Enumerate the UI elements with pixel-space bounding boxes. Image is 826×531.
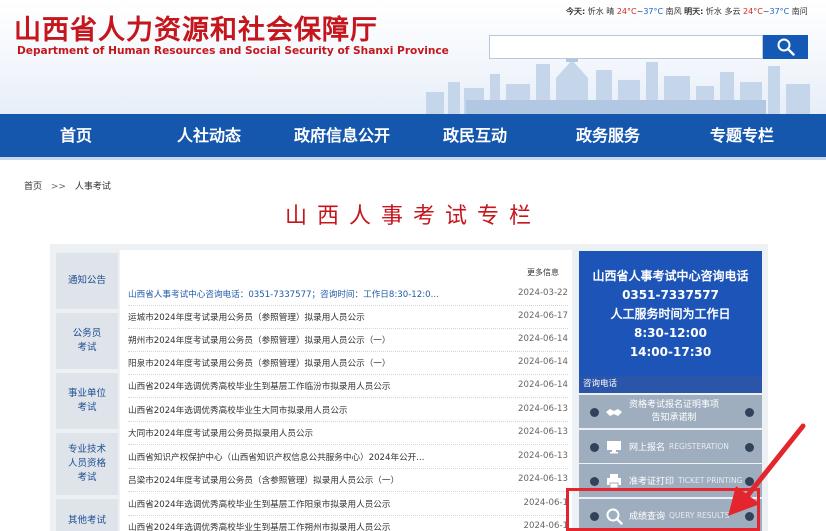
list-item[interactable]: 山西省2024年选调优秀高校毕业生到基层工作朔州市拟录用人员公示 2024-06-…: [128, 516, 568, 531]
list-item-date: 2024-06-14: [518, 357, 568, 367]
search-input[interactable]: [489, 35, 763, 59]
service-label-line2: 告知承诺制: [651, 412, 697, 423]
list-item-title[interactable]: 山西省人事考试中心咨询电话：0351-7337577；咨询时间：工作日8:30-…: [128, 288, 518, 300]
list-item-title[interactable]: 山西省2024年选调优秀高校毕业生到基层工作朔州市拟录用人员公示: [128, 521, 518, 531]
sidebar-tab-notices[interactable]: 通知公告: [56, 253, 118, 309]
breadcrumb: 首页 >> 人事考试: [24, 179, 111, 192]
hotline-banner: 山西省人事考试中心咨询电话 0351-7337577 人工服务时间为工作日 8:…: [579, 251, 762, 376]
tab-hole-decoration: [590, 408, 599, 417]
handshake-icon: [606, 409, 622, 416]
nav-item-interaction[interactable]: 政民互动: [434, 114, 516, 157]
sidebar-tab-civil-service[interactable]: 公务员考试: [56, 313, 118, 369]
hotline-hours-pm: 14:00-17:30: [629, 345, 712, 359]
site-header: 山西省人力资源和社会保障厅 Department of Human Resour…: [0, 0, 826, 114]
list-item[interactable]: 山西省人事考试中心咨询电话：0351-7337577；咨询时间：工作日8:30-…: [128, 283, 568, 306]
sidebar-tab-label: 专业技术人员资格考试: [67, 444, 106, 483]
annotation-arrow-icon: [728, 423, 806, 516]
monitor-icon: [607, 441, 621, 454]
list-item-title[interactable]: 山西省知识产权保护中心（山西省知识产权信息公共服务中心）2024年公开...: [128, 451, 518, 463]
weather-tomorrow-wind: 南问: [791, 7, 808, 16]
weather-tomorrow-low: 37°C: [769, 7, 790, 16]
list-item-date: 2024-06-1: [523, 498, 568, 508]
sidebar-tab-label: 通知公告: [67, 275, 106, 286]
list-item-title[interactable]: 吕梁市2024年度考试录用公务员（含参照管理）拟录用人员公示（一）: [128, 474, 518, 486]
list-item-title[interactable]: 阳泉市2024年度考试录用公务员（参照管理）拟录用人员公示（一）: [128, 357, 518, 369]
site-title-en[interactable]: Department of Human Resources and Social…: [17, 45, 449, 57]
nav-item-services[interactable]: 政务服务: [567, 114, 649, 157]
nav-divider: [0, 157, 826, 160]
breadcrumb-current[interactable]: 人事考试: [75, 182, 111, 192]
list-item-date: 2024-03-22: [518, 288, 568, 298]
weather-today-high: 24°C: [616, 7, 637, 16]
sidebar-tab-professional[interactable]: 专业技术人员资格考试: [56, 433, 118, 495]
list-item[interactable]: 山西省2024年选调优秀高校毕业生大同市拟录用人员公示 2024-06-13: [128, 399, 568, 422]
nav-item-home[interactable]: 首页: [45, 114, 107, 157]
sidebar-tab-other[interactable]: 其他考试: [56, 499, 118, 531]
tab-hole-decoration: [590, 443, 599, 452]
weather-today-label: 今天:: [566, 7, 586, 16]
list-item[interactable]: 大同市2024年度考试录用公务员拟录用人员公示 2024-06-13: [128, 422, 568, 445]
search-icon: [777, 38, 795, 56]
site-title-cn[interactable]: 山西省人力资源和社会保障厅: [14, 8, 378, 47]
list-item[interactable]: 运城市2024年度考试录用公务员（参照管理）拟录用人员公示 2024-06-17: [128, 306, 568, 329]
list-item-date: 2024-06-13: [518, 451, 568, 461]
list-item-date: 2024-06-1: [523, 521, 568, 531]
consult-label: 咨询电话: [579, 376, 762, 393]
nav-item-news[interactable]: 人社动态: [168, 114, 250, 157]
list-item[interactable]: 山西省2024年选调优秀高校毕业生到基层工作临汾市拟录用人员公示 2024-06-…: [128, 375, 568, 398]
list-item[interactable]: 山西省知识产权保护中心（山西省知识产权信息公共服务中心）2024年公开... 20…: [128, 446, 568, 469]
list-item-title[interactable]: 山西省2024年选调优秀高校毕业生到基层工作阳泉市拟录用人员公示: [128, 498, 518, 510]
weather-info: 今天: 忻水 晴 24°C~37°C 南风 明天: 忻水 多云 24°C~37°…: [566, 6, 808, 17]
list-item-date: 2024-06-17: [518, 311, 568, 321]
nav-item-topics[interactable]: 专题专栏: [701, 114, 783, 157]
city-skyline-illustration: [426, 56, 810, 114]
list-item[interactable]: 山西省2024年选调优秀高校毕业生到基层工作阳泉市拟录用人员公示 2024-06-…: [128, 493, 568, 516]
list-item-date: 2024-06-13: [518, 427, 568, 437]
page-title: 山西人事考试专栏: [284, 204, 541, 229]
sidebar-tab-label: 公务员考试: [72, 328, 102, 353]
hotline-title: 山西省人事考试中心咨询电话: [592, 269, 749, 283]
sidebar-tab-label: 事业单位考试: [67, 388, 106, 413]
list-item-date: 2024-06-13: [518, 404, 568, 414]
tab-hole-decoration: [745, 408, 754, 417]
list-item[interactable]: 吕梁市2024年度考试录用公务员（含参照管理）拟录用人员公示（一） 2024-06…: [128, 469, 568, 492]
list-item-title[interactable]: 运城市2024年度考试录用公务员（参照管理）拟录用人员公示: [128, 311, 518, 323]
service-label-line1: 资格考试报名证明事项: [629, 399, 720, 410]
list-item-title[interactable]: 山西省2024年选调优秀高校毕业生到基层工作临汾市拟录用人员公示: [128, 380, 518, 392]
weather-tomorrow-high: 24°C: [743, 7, 763, 16]
weather-tomorrow-label: 明天:: [684, 7, 704, 16]
more-link[interactable]: 更多信息: [527, 267, 559, 278]
hotline-phone: 0351-7337577: [622, 288, 719, 302]
list-item-date: 2024-06-14: [518, 380, 568, 390]
service-label-cn: 准考证打印: [629, 477, 675, 487]
hotline-hours-label: 人工服务时间为工作日: [610, 307, 731, 321]
list-item-title[interactable]: 大同市2024年度考试录用公务员拟录用人员公示: [128, 427, 518, 439]
breadcrumb-home[interactable]: 首页: [24, 182, 42, 192]
search-button[interactable]: [763, 35, 808, 59]
nav-item-gov-info[interactable]: 政府信息公开: [286, 114, 398, 157]
weather-today-wind: 南风: [665, 7, 682, 16]
sidebar-tab-public-institution[interactable]: 事业单位考试: [56, 373, 118, 429]
list-item[interactable]: 朔州市2024年度考试录用公务员（参照管理）拟录用人员公示（一） 2024-06-…: [128, 329, 568, 352]
tab-hole-decoration: [590, 477, 599, 486]
weather-today-city: 忻水 晴: [587, 7, 615, 16]
breadcrumb-separator: >>: [50, 182, 66, 192]
list-item[interactable]: 阳泉市2024年度考试录用公务员（参照管理）拟录用人员公示（一） 2024-06-…: [128, 352, 568, 375]
list-item-date: 2024-06-14: [518, 334, 568, 344]
list-item-title[interactable]: 山西省2024年选调优秀高校毕业生大同市拟录用人员公示: [128, 404, 518, 416]
list-item-title[interactable]: 朔州市2024年度考试录用公务员（参照管理）拟录用人员公示（一）: [128, 334, 518, 346]
weather-tomorrow-city: 忻水 多云: [705, 7, 741, 16]
list-item-date: 2024-06-13: [518, 474, 568, 484]
main-nav: 首页 人社动态 政府信息公开 政民互动 政务服务 专题专栏: [0, 114, 826, 157]
service-label-cn: 网上报名: [629, 443, 666, 453]
hotline-hours-am: 8:30-12:00: [633, 326, 708, 340]
sidebar-tab-label: 其他考试: [67, 515, 106, 526]
weather-today-low: 37°C: [643, 7, 664, 16]
